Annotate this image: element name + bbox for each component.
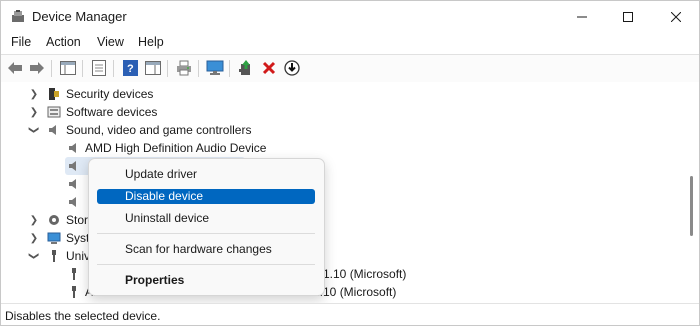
tree-label: Software devices — [66, 105, 158, 119]
print-button[interactable] — [174, 58, 194, 78]
monitor-scan-icon — [206, 60, 224, 75]
forward-button[interactable] — [27, 58, 47, 78]
update-driver-toolbar-button[interactable] — [236, 58, 256, 78]
menu-view[interactable]: View — [97, 35, 124, 49]
expand-chevron-icon[interactable]: ❯ — [29, 103, 39, 121]
usb-icon — [52, 250, 56, 262]
collapse-chevron-icon[interactable]: ❯ — [25, 125, 43, 135]
toolbar-separator — [113, 60, 114, 77]
forward-arrow-icon — [30, 62, 44, 74]
uninstall-toolbar-button[interactable] — [259, 58, 279, 78]
red-x-icon — [262, 61, 276, 75]
help-icon: ? — [122, 60, 138, 76]
menu-item-properties[interactable]: Properties — [97, 273, 315, 288]
tree-category-storage[interactable]: ❯ Stora — [1, 211, 95, 229]
scan-hardware-button[interactable] — [205, 58, 225, 78]
action-pane-button[interactable] — [143, 58, 163, 78]
menu-item-label: Properties — [125, 273, 185, 287]
context-menu: Update driver Disable device Uninstall d… — [88, 158, 325, 296]
properties-sheet-icon — [92, 60, 106, 76]
menu-item-label: Disable device — [125, 189, 204, 203]
toolbar: ? — [1, 54, 699, 83]
maximize-icon — [623, 12, 633, 22]
title-bar: Device Manager — [1, 1, 699, 33]
menu-separator — [97, 264, 315, 265]
window-title: Device Manager — [32, 9, 127, 24]
gear-storage-icon — [49, 215, 59, 225]
tree-label: Syst — [66, 231, 90, 245]
menu-item-uninstall-device[interactable]: Uninstall device — [97, 211, 315, 226]
tree-label-suffix: 1.10 (Microsoft) — [323, 267, 407, 281]
toolbar-separator — [198, 60, 199, 77]
menu-file[interactable]: File — [11, 35, 31, 49]
back-arrow-icon — [8, 62, 22, 74]
security-key-icon — [49, 88, 59, 100]
tree-label: Univ — [66, 249, 91, 263]
minimize-button[interactable] — [559, 1, 605, 33]
menu-item-label: Uninstall device — [125, 211, 210, 225]
menu-help[interactable]: Help — [138, 35, 164, 49]
update-driver-icon — [239, 60, 250, 75]
toolbar-separator — [82, 60, 83, 77]
menu-item-disable-device[interactable]: Disable device — [97, 189, 315, 204]
usb-icon — [72, 286, 76, 298]
tree-category-sound-video-game[interactable]: ❯ Sound, video and game controllers — [1, 121, 681, 139]
speaker-icon — [69, 161, 76, 171]
toolbar-separator — [167, 60, 168, 77]
speaker-icon — [49, 125, 56, 135]
menu-bar: File Action View Help — [1, 33, 699, 53]
expand-chevron-icon[interactable]: ❯ — [29, 211, 39, 229]
expand-chevron-icon[interactable]: ❯ — [29, 229, 39, 247]
tree-device-audio[interactable] — [1, 193, 81, 211]
tree-device-audio[interactable] — [1, 175, 81, 193]
speaker-icon — [69, 143, 76, 153]
show-hide-console-tree-button[interactable] — [58, 58, 78, 78]
system-device-icon — [47, 232, 61, 244]
tree-label: AMD High Definition Audio Device — [85, 141, 267, 155]
usb-icon — [72, 268, 76, 280]
back-button[interactable] — [5, 58, 25, 78]
menu-item-update-driver[interactable]: Update driver — [97, 167, 315, 182]
toolbar-separator — [229, 60, 230, 77]
close-icon — [671, 12, 681, 22]
speaker-icon — [69, 197, 76, 207]
scrollbar-thumb[interactable] — [690, 176, 693, 236]
collapse-chevron-icon[interactable]: ❯ — [25, 251, 43, 261]
speaker-icon — [69, 179, 76, 189]
disable-download-icon — [284, 60, 300, 76]
menu-item-label: Update driver — [125, 167, 198, 181]
tree-category-software-devices[interactable]: ❯ Software devices — [1, 103, 681, 121]
menu-item-scan-hardware[interactable]: Scan for hardware changes — [97, 242, 315, 257]
menu-action[interactable]: Action — [46, 35, 81, 49]
device-manager-window: Device Manager File Action View Help ? ❯… — [0, 0, 700, 326]
tree-label: Sound, video and game controllers — [66, 123, 252, 137]
menu-separator — [97, 233, 315, 234]
close-button[interactable] — [653, 1, 699, 33]
vertical-scrollbar[interactable] — [685, 82, 699, 300]
menu-item-label: Scan for hardware changes — [125, 242, 272, 256]
toolbar-separator — [51, 60, 52, 77]
tree-label-suffix: 1.10 (Microsoft) — [313, 285, 397, 299]
tree-category-usb[interactable]: ❯ Univ — [1, 247, 91, 265]
svg-text:?: ? — [127, 63, 134, 75]
device-manager-icon — [12, 10, 24, 22]
minimize-icon — [577, 16, 587, 18]
printer-icon — [177, 60, 191, 76]
disable-toolbar-button[interactable] — [282, 58, 302, 78]
properties-toolbar-button[interactable] — [89, 58, 109, 78]
tree-category-system[interactable]: ❯ Syst — [1, 229, 91, 247]
console-tree-icon — [60, 61, 76, 75]
software-device-icon — [47, 106, 61, 118]
expand-chevron-icon[interactable]: ❯ — [29, 85, 39, 103]
help-toolbar-button[interactable]: ? — [120, 58, 140, 78]
status-text: Disables the selected device. — [5, 309, 161, 323]
maximize-button[interactable] — [605, 1, 651, 33]
tree-category-security-devices[interactable]: ❯ Security devices — [1, 85, 681, 103]
action-pane-icon — [145, 61, 161, 75]
status-bar: Disables the selected device. — [1, 303, 699, 325]
tree-label: Security devices — [66, 87, 154, 101]
tree-device-amd-hd-audio[interactable]: AMD High Definition Audio Device — [1, 139, 681, 157]
